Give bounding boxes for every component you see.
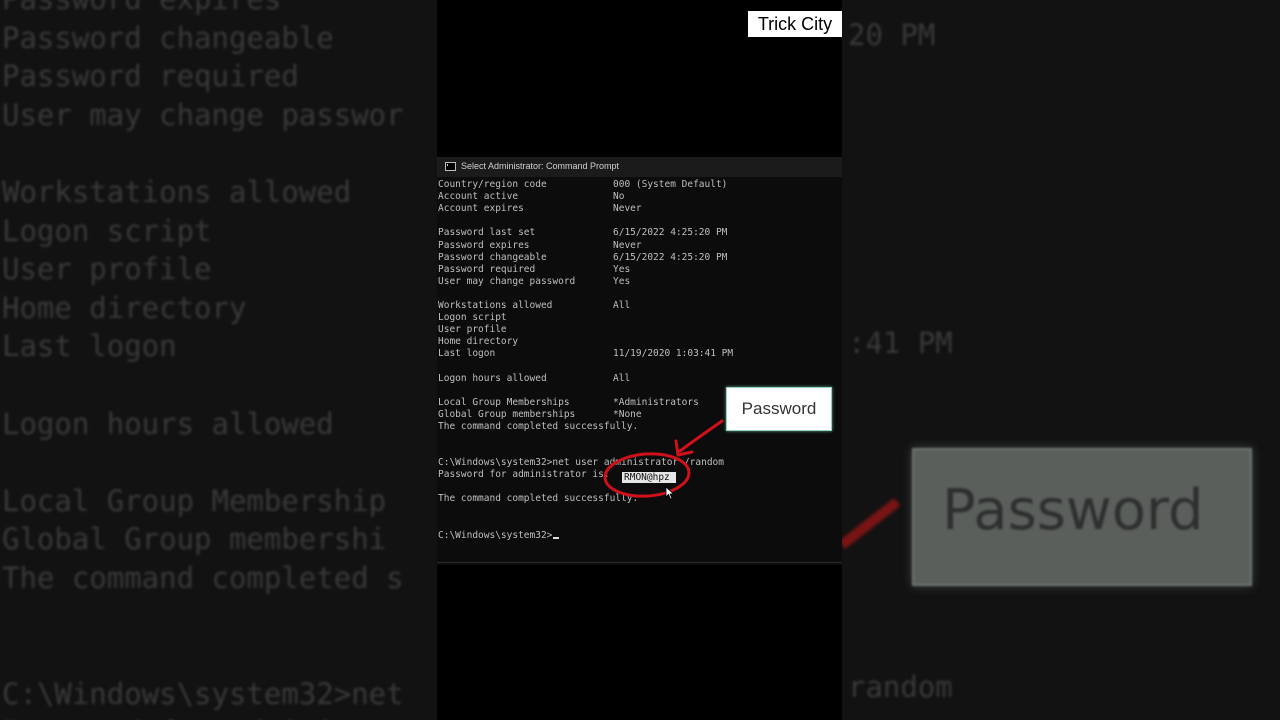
console-password-label: Password for administrator is: [438, 469, 610, 480]
bg-fragment: 20 PM [848, 18, 936, 52]
bg-zoom-line: Password for administrat [2, 715, 421, 720]
field-value: 6/15/2022 4:25:20 PM [613, 251, 728, 263]
bg-zoom-line: Logon script [2, 213, 212, 248]
bg-zoom-line: User may change passwor [2, 97, 404, 132]
text-caret [553, 537, 560, 539]
bg-zoom-line: Password changeable [2, 20, 334, 55]
field-name: Country/region code [438, 179, 547, 190]
field-name: Workstations allowed [438, 300, 553, 311]
field-name: Logon script [438, 312, 507, 324]
highlight-circle [603, 452, 691, 498]
field-value: *Administrators [613, 396, 699, 408]
background-zoom-right: 20 PM :41 PM random Password [842, 0, 1280, 720]
bg-zoom-line: Last logon [2, 329, 177, 364]
field-name: Account expires [438, 203, 524, 215]
field-name: Password last set [438, 227, 536, 239]
field-value: 000 (System Default) [613, 179, 728, 190]
field-name: Account active [438, 191, 519, 203]
field-name: Password changeable [438, 251, 547, 263]
bg-arrow-stroke [842, 497, 901, 549]
bg-zoom-line: The command completed s [2, 561, 404, 595]
annotation-arrow [678, 419, 724, 453]
channel-watermark: Trick City [748, 11, 842, 37]
field-value: Never [613, 203, 642, 215]
field-name: Local Group Memberships [438, 396, 570, 408]
password-callout: Password [726, 387, 832, 431]
window-title: Select Administrator: Command Prompt [461, 161, 620, 171]
field-value: All [613, 372, 631, 384]
field-name: Global Group memberships [438, 408, 576, 420]
field-name: Last logon [438, 348, 496, 360]
annotation-overlay [603, 419, 724, 498]
divider [437, 562, 842, 563]
bg-fragment: random [848, 670, 953, 704]
console-prompt[interactable]: C:\Windows\system32> [438, 530, 560, 542]
field-name: User profile [438, 324, 507, 336]
bg-zoom-line: Logon hours allowed [2, 406, 334, 441]
field-value: All [613, 300, 631, 311]
field-name: Logon hours allowed [438, 372, 547, 384]
bg-zoom-line: User profile [2, 252, 212, 287]
field-value: Never [613, 239, 642, 251]
bg-zoom-line: Local Group Membership [2, 483, 387, 518]
field-value: No [613, 191, 625, 203]
bg-zoom-line: Workstations allowed [2, 175, 352, 209]
window-titlebar[interactable]: Select Administrator: Command Prompt [437, 157, 842, 177]
field-value: 11/19/2020 1:03:41 PM [613, 348, 734, 360]
field-name: Password expires [438, 239, 530, 251]
bg-zoom-line: Global Group membershi [2, 522, 387, 557]
bg-password-callout-label: Password [942, 478, 1204, 543]
bg-zoom-line: Home directory [2, 290, 247, 325]
mouse-pointer-icon [665, 486, 675, 500]
bg-fragment: :41 PM [848, 326, 953, 360]
terminal-icon [445, 162, 456, 171]
field-value: 6/15/2022 4:25:20 PM [613, 227, 728, 239]
field-name: User may change password [438, 275, 576, 287]
prompt-text: C:\Windows\system32> [438, 530, 553, 541]
bg-zoom-line: C:\Windows\system32>net [2, 676, 404, 711]
field-value: Yes [613, 263, 631, 275]
bg-zoom-line: Password required [2, 59, 299, 94]
field-name: Password required [438, 263, 536, 275]
background-zoom-left: Password expires Password changeable Passw… [0, 0, 437, 720]
console-output[interactable]: The command completed successfully. C:\W… [437, 177, 842, 565]
bg-zoom-line: Password expires [2, 0, 281, 16]
field-value: Yes [613, 275, 631, 287]
field-name: Home directory [438, 336, 519, 348]
